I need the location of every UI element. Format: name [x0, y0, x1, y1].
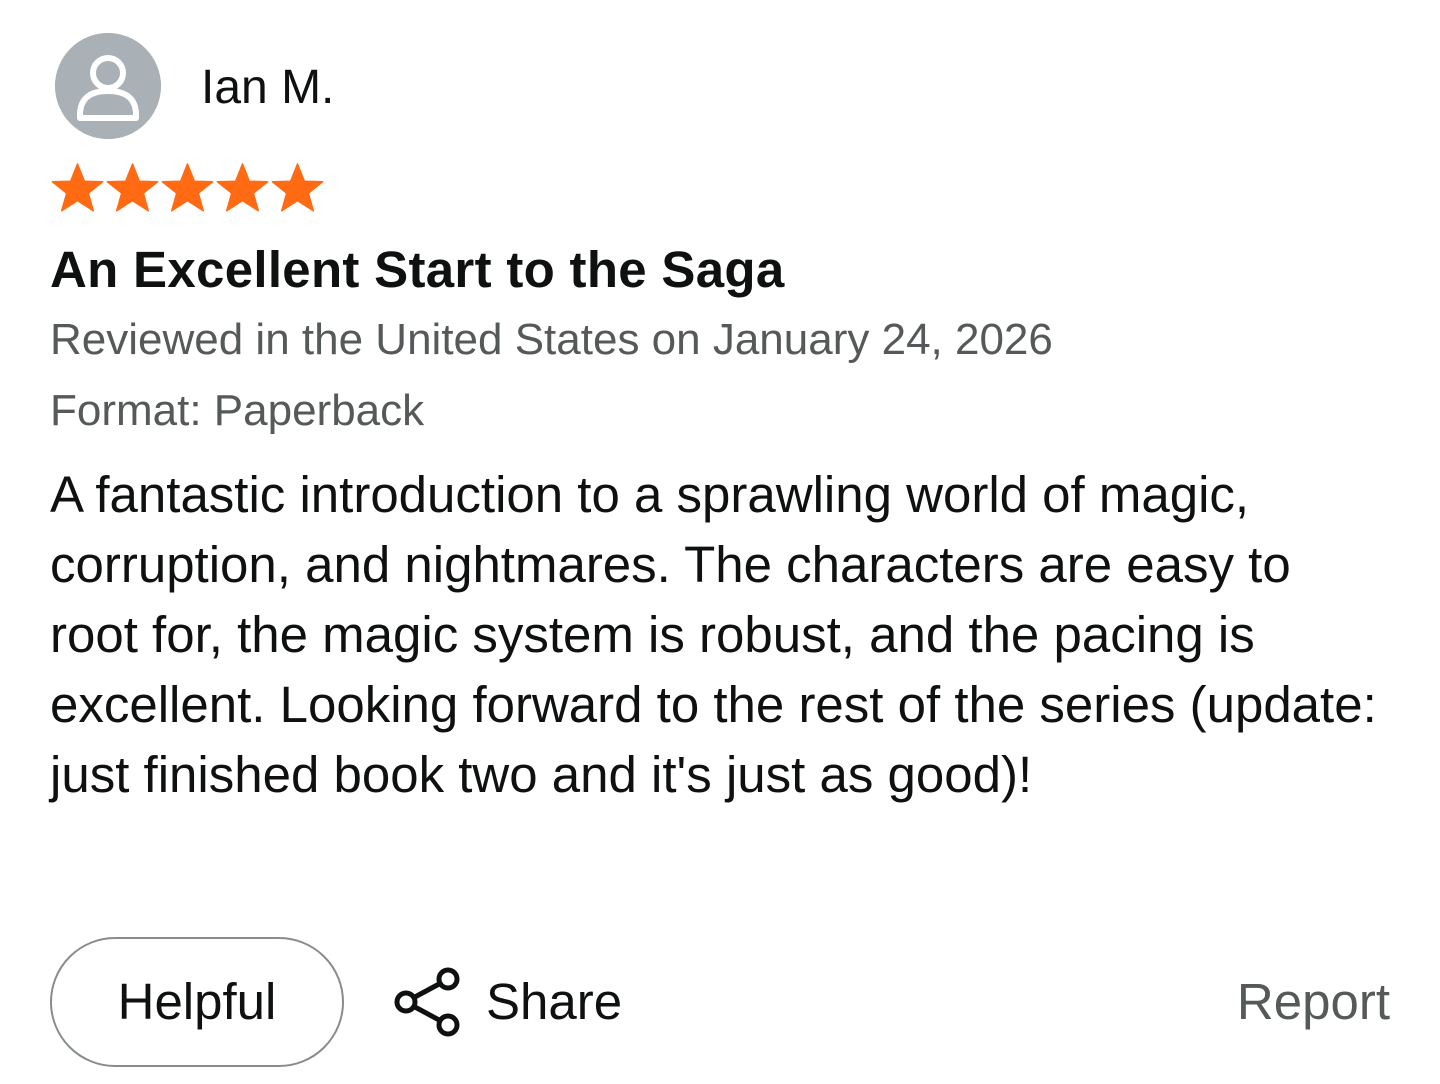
review-format: Format: Paperback — [50, 386, 425, 435]
report-link[interactable]: Report — [1237, 972, 1390, 1032]
share-label: Share — [486, 973, 623, 1030]
reviewer-avatar — [55, 33, 161, 139]
star-filled-icon — [105, 162, 160, 214]
helpful-button[interactable]: Helpful — [50, 937, 344, 1067]
share-icon — [390, 964, 466, 1040]
review-date: Reviewed in the United States on January… — [50, 315, 1053, 364]
star-filled-icon — [160, 162, 215, 214]
review-card: Ian M. An Excellent Start to the Saga Re… — [0, 0, 1440, 1084]
star-filled-icon — [215, 162, 270, 214]
star-filled-icon — [50, 162, 105, 214]
share-button[interactable]: Share — [390, 960, 622, 1044]
review-body: A fantastic introduction to a sprawling … — [50, 466, 1377, 803]
star-rating — [50, 162, 325, 214]
reviewer-name[interactable]: Ian M. — [201, 60, 334, 116]
user-avatar-icon — [55, 33, 161, 139]
star-filled-icon — [270, 162, 325, 214]
review-title[interactable]: An Excellent Start to the Saga — [50, 240, 785, 300]
